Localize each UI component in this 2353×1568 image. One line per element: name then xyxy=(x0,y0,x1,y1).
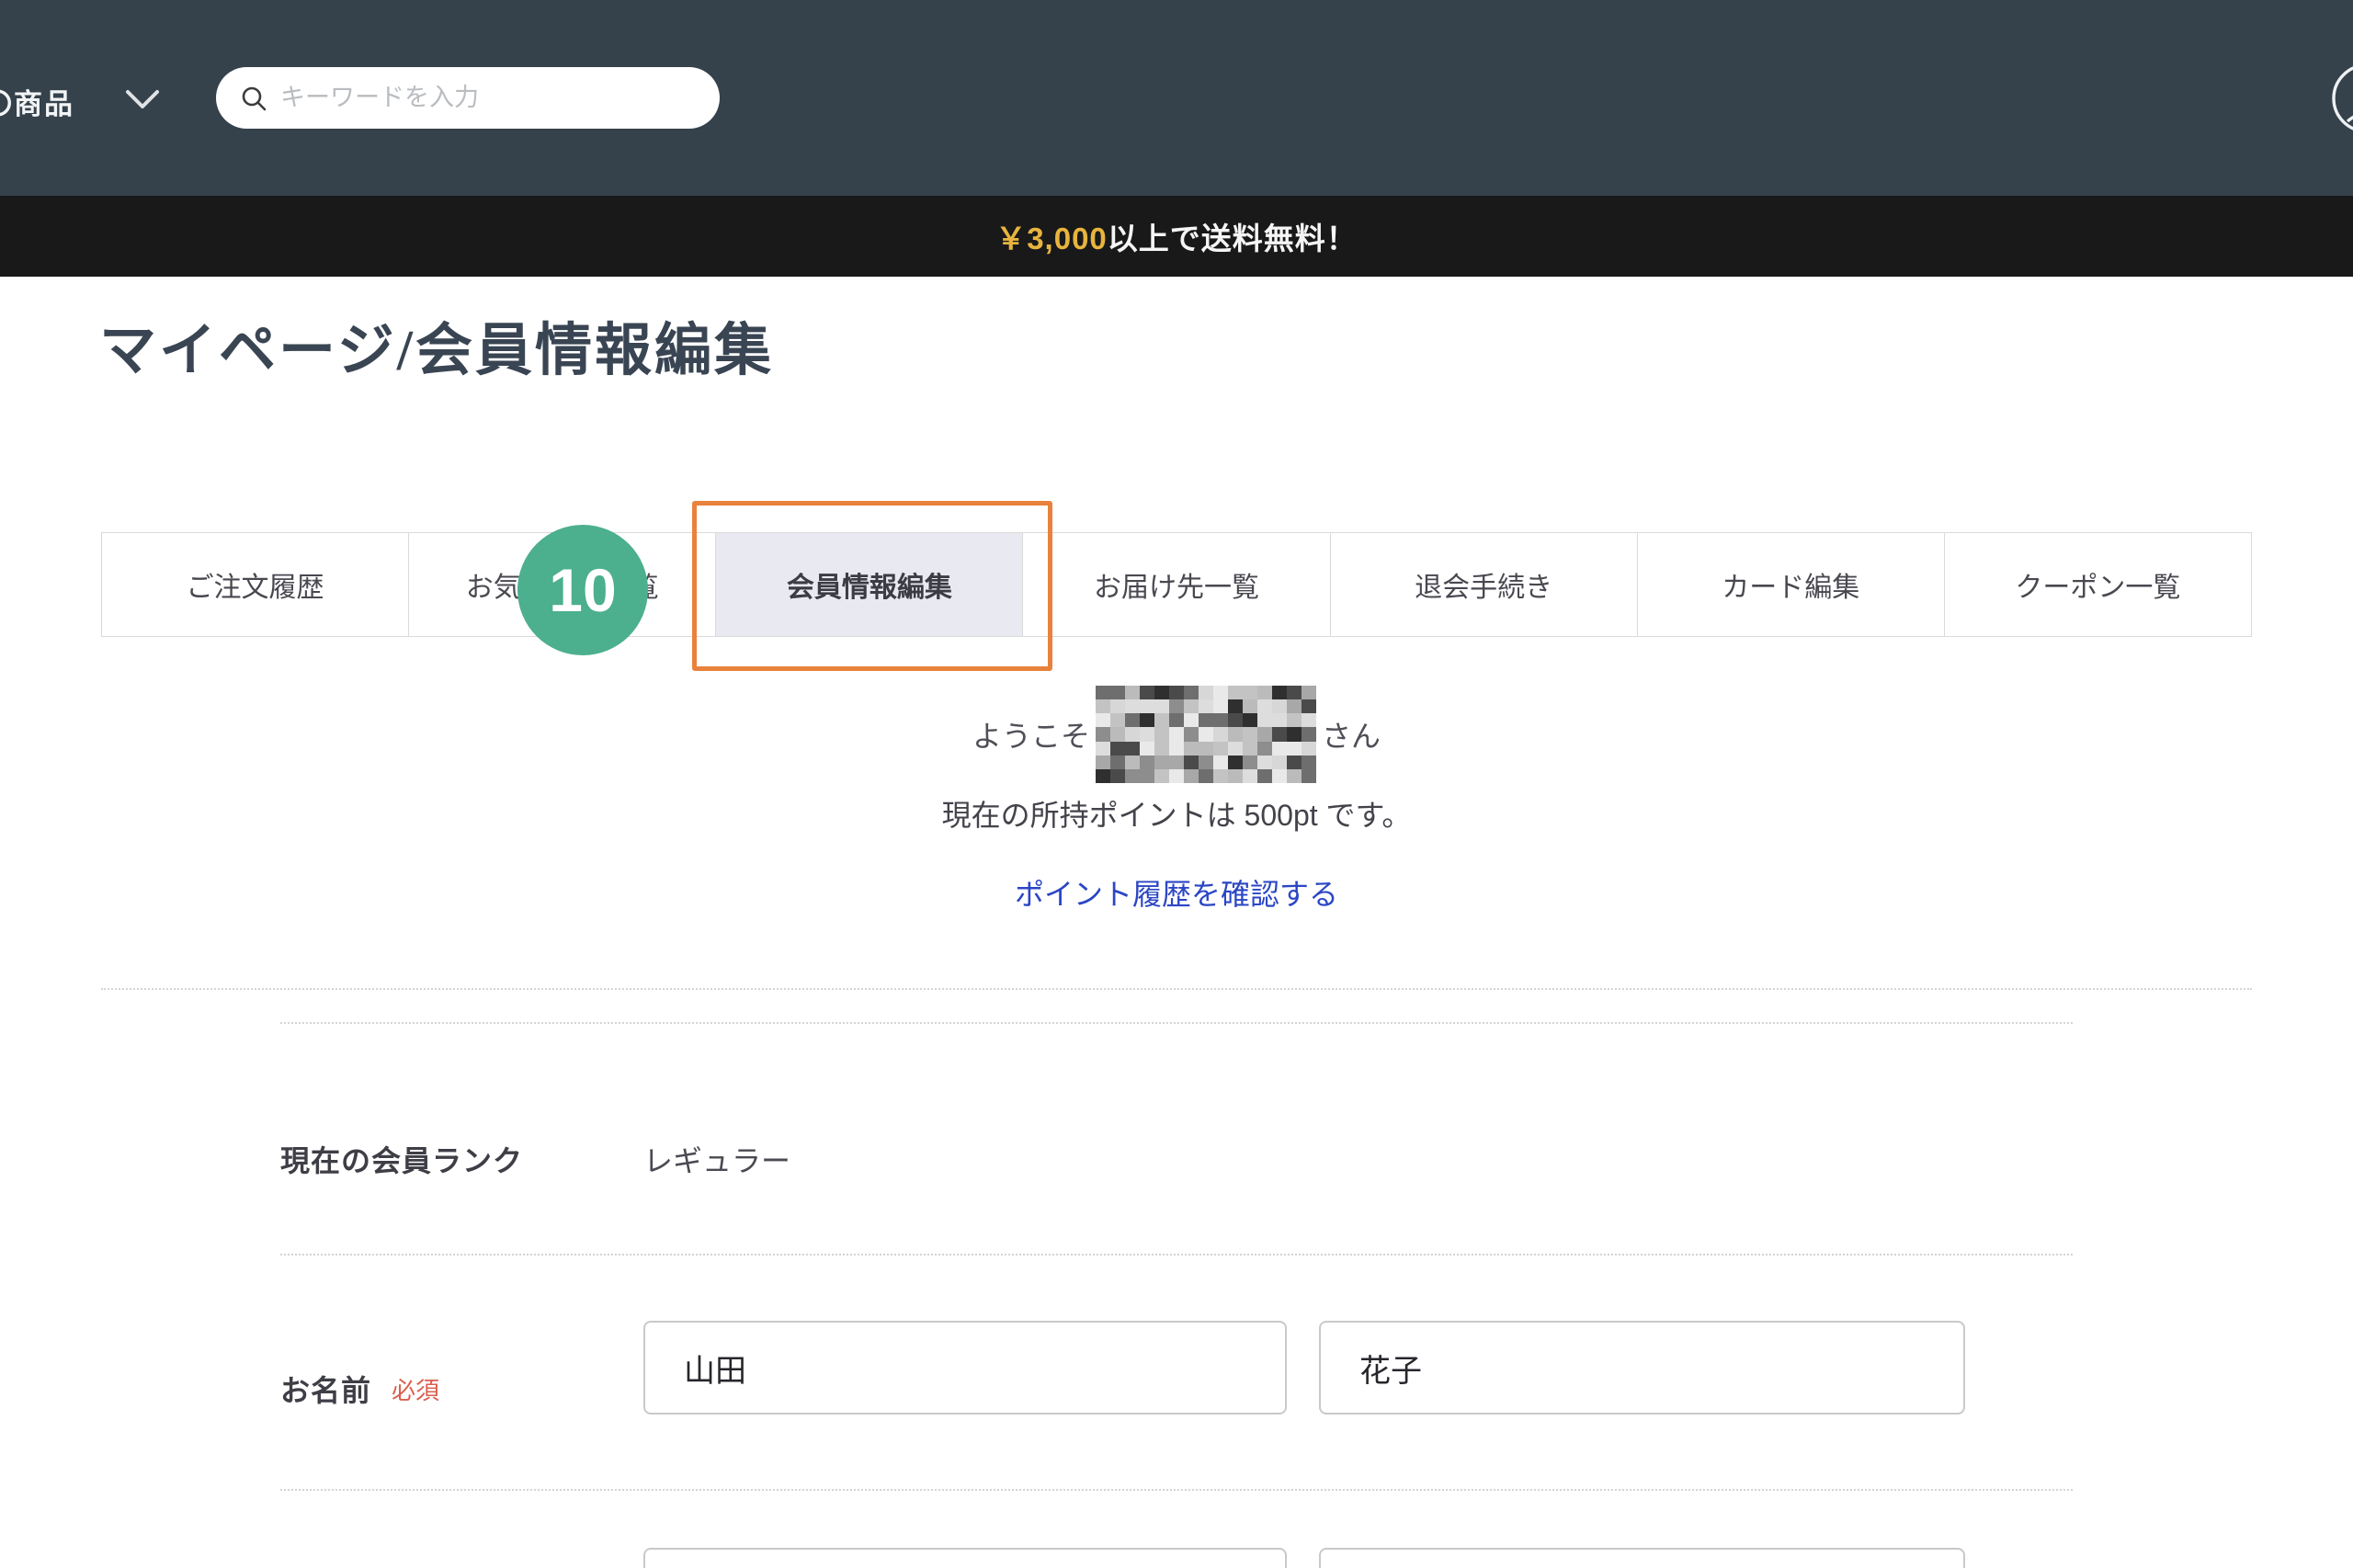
account-icon[interactable] xyxy=(2329,61,2353,136)
tab-card-edit[interactable]: カード編集 xyxy=(1638,533,1945,636)
tab-withdrawal[interactable]: 退会手続き xyxy=(1331,533,1638,636)
nav-item-products[interactable]: 〇商品 xyxy=(0,81,74,122)
required-badge: 必須 xyxy=(392,1372,439,1406)
chevron-down-icon[interactable] xyxy=(122,88,163,112)
tab-coupons[interactable]: クーポン一覧 xyxy=(1945,533,2251,636)
search-bar[interactable] xyxy=(216,67,720,129)
form-divider xyxy=(280,1489,2073,1491)
form-divider xyxy=(280,1022,2073,1024)
welcome-message: ようこそ さん xyxy=(0,685,2353,784)
first-name-kana-input[interactable] xyxy=(1319,1548,1965,1568)
search-input[interactable] xyxy=(280,84,685,112)
tab-shipping-addresses[interactable]: お届け先一覧 xyxy=(1023,533,1330,636)
section-divider xyxy=(101,988,2252,990)
censored-username xyxy=(1096,686,1316,784)
first-name-input[interactable] xyxy=(1319,1321,1965,1415)
search-icon xyxy=(240,85,267,112)
member-rank-label: 現在の会員ランク xyxy=(280,1138,523,1180)
name-label: お名前 xyxy=(280,1368,371,1410)
points-balance-text: 現在の所持ポイントは 500pt です。 xyxy=(0,792,2353,835)
page-title: マイページ/会員情報編集 xyxy=(99,303,774,386)
welcome-suffix: さん xyxy=(1322,713,1381,756)
last-name-kana-input[interactable] xyxy=(643,1548,1287,1568)
annotation-step-number: 10 xyxy=(549,555,616,625)
name-field-label-group: お名前 必須 xyxy=(280,1368,439,1410)
promo-message: 以上で送料無料！ xyxy=(1108,214,1358,258)
welcome-prefix: ようこそ xyxy=(972,713,1090,756)
points-history-link[interactable]: ポイント履歴を確認する xyxy=(0,871,2353,914)
promo-banner: ￥3,000 以上で送料無料！ xyxy=(0,196,2353,277)
form-divider xyxy=(280,1254,2073,1256)
tab-order-history[interactable]: ご注文履歴 xyxy=(102,533,409,636)
site-header: 〇商品 xyxy=(0,0,2353,196)
mypage-tabbar: ご注文履歴 お気に入り一覧 会員情報編集 お届け先一覧 退会手続き カード編集 … xyxy=(101,532,2252,637)
last-name-input[interactable] xyxy=(643,1321,1287,1415)
annotation-step-badge: 10 xyxy=(517,525,648,655)
member-rank-value: レギュラー xyxy=(643,1138,790,1180)
promo-amount: ￥3,000 xyxy=(995,214,1108,258)
tab-member-info-edit[interactable]: 会員情報編集 xyxy=(716,533,1023,636)
page-root: 〇商品 ￥3,000 以上で送料無料！ マイページ/会員情報編集 ご注文履歴 お… xyxy=(0,0,2353,1568)
